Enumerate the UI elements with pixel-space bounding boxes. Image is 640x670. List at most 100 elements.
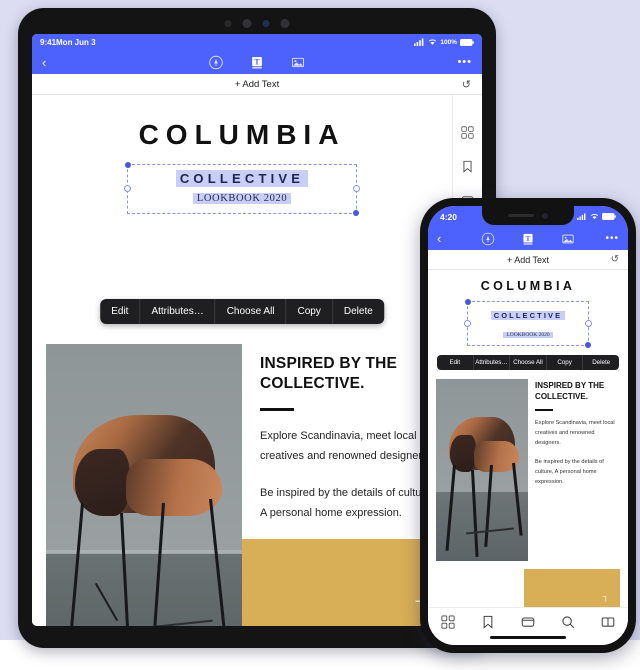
pen-tool-icon[interactable] <box>481 232 495 246</box>
phone-tool-group: T <box>481 232 575 246</box>
context-menu-item-choose-all[interactable]: Choose All <box>216 299 287 324</box>
window-icon[interactable] <box>521 615 535 629</box>
tablet-screen: 9:41Mon Jun 3 100% ‹ T ••• + Add Text ↺ … <box>32 34 482 626</box>
front-camera-icon <box>242 19 252 28</box>
context-menu-item-attributes[interactable]: Attributes… <box>474 355 511 370</box>
document-subtitle-2: LOOKBOOK 2020 <box>503 332 553 338</box>
document-photo-column <box>32 330 242 626</box>
bookmark-icon[interactable] <box>461 160 474 173</box>
context-menu-item-attributes[interactable]: Attributes… <box>140 299 216 324</box>
svg-text:T: T <box>526 233 531 242</box>
context-menu-item-copy[interactable]: Copy <box>287 299 333 324</box>
selection-handle-top-left[interactable] <box>465 299 471 305</box>
phone-screen: 4:20 ‹ T ••• + Add Text ↺ COLUMBIA COLLE… <box>428 206 628 645</box>
svg-text:T: T <box>254 57 260 66</box>
chair-leg-3 <box>484 464 493 547</box>
tablet-clock: 9:41 <box>40 37 57 47</box>
selection-handle-bottom-right[interactable] <box>585 342 591 348</box>
phone-toolbar: ‹ T ••• <box>428 227 628 250</box>
document-paragraph-2: Be inspired by the details of culture, A… <box>260 486 435 519</box>
context-menu-item-copy[interactable]: Copy <box>547 355 584 370</box>
context-menu-item-delete[interactable]: Delete <box>333 299 384 324</box>
document-paragraph-1: Explore Scandinavia, meet local creative… <box>535 419 615 447</box>
document-brand-title: COLUMBIA <box>480 279 576 293</box>
document-text-column: INSPIRED BY THE COLLECTIVE. Explore Scan… <box>535 379 620 561</box>
chair-glyph-icon: ┐ <box>602 591 609 601</box>
selection-handle-top-left[interactable] <box>125 162 131 168</box>
wifi-icon <box>590 213 599 220</box>
document-heading: INSPIRED BY THE COLLECTIVE. <box>535 381 605 401</box>
chair-leg-1 <box>445 464 456 550</box>
phone-status-right <box>577 213 616 220</box>
context-menu-item-delete[interactable]: Delete <box>583 355 619 370</box>
undo-icon[interactable]: ↺ <box>462 78 471 91</box>
document-brand-title: COLUMBIA <box>138 119 346 150</box>
tablet-status-bar: 9:41Mon Jun 3 100% <box>32 34 482 50</box>
selection-handle-middle-left[interactable] <box>464 319 471 327</box>
selected-subtitle-2-row: LOOKBOOK 2020 <box>142 188 342 206</box>
text-tool-icon[interactable]: T <box>250 55 265 70</box>
undo-icon[interactable]: ↺ <box>611 254 619 265</box>
selection-handle-middle-right[interactable] <box>585 319 592 327</box>
image-tool-icon[interactable] <box>561 232 575 246</box>
chair-armrest <box>75 448 131 517</box>
lens-icon <box>262 20 270 27</box>
phone-add-text-bar: + Add Text ↺ <box>428 250 628 270</box>
tablet-date: Mon Jun 3 <box>56 37 96 47</box>
sensor-2-icon <box>280 19 290 28</box>
phone-notch <box>482 206 574 225</box>
document-paragraph-2: Be inspired by the details of culture, A… <box>535 458 604 486</box>
add-text-button[interactable]: + Add Text <box>507 255 549 265</box>
image-tool-icon[interactable] <box>291 55 306 70</box>
context-menu[interactable]: Edit Attributes… Choose All Copy Delete <box>437 355 619 370</box>
home-indicator[interactable] <box>490 635 566 639</box>
document-subtitle-1: COLLECTIVE <box>490 311 566 320</box>
document-paragraph-1: Explore Scandinavia, meet local creative… <box>260 429 431 463</box>
document-lower-section: INSPIRED BY THE COLLECTIVE. Explore Scan… <box>32 330 452 626</box>
context-menu-item-edit[interactable]: Edit <box>100 299 141 324</box>
tablet-document-page[interactable]: COLUMBIA COLLECTIVE LOOKBOOK 2020 Edit A… <box>32 95 452 626</box>
grid-icon[interactable] <box>441 615 455 629</box>
chair-leg-2 <box>470 469 479 558</box>
text-tool-icon[interactable]: T <box>521 232 535 246</box>
search-icon[interactable] <box>561 615 575 629</box>
text-selection-box[interactable]: COLLECTIVE LOOKBOOK 2020 <box>464 299 592 348</box>
front-camera-icon <box>542 212 548 219</box>
earpiece-speaker-icon <box>508 214 534 217</box>
tablet-tool-group: T <box>209 55 306 70</box>
chair-photo <box>46 344 242 626</box>
phone-device: 4:20 ‹ T ••• + Add Text ↺ COLUMBIA COLLE… <box>420 198 636 653</box>
text-selection-box[interactable]: COLLECTIVE LOOKBOOK 2020 <box>124 162 360 216</box>
chair-seat <box>126 458 223 517</box>
context-menu-item-choose-all[interactable]: Choose All <box>510 355 547 370</box>
phone-canvas[interactable]: COLUMBIA COLLECTIVE LOOKBOOK 2020 Edit A… <box>428 270 628 645</box>
selection-handle-middle-left[interactable] <box>124 185 131 192</box>
tablet-status-right: 100% <box>414 38 474 46</box>
bookmark-icon[interactable] <box>481 615 495 629</box>
chair-photo <box>436 379 529 561</box>
phone-more-button[interactable]: ••• <box>605 234 619 244</box>
document-subtitle-1: COLLECTIVE <box>175 170 309 187</box>
tablet-more-button[interactable]: ••• <box>457 57 472 68</box>
context-menu[interactable]: Edit Attributes… Choose All Copy Delete <box>100 299 384 324</box>
sensor-icon <box>224 20 232 27</box>
wifi-icon <box>429 39 437 45</box>
back-button[interactable]: ‹ <box>42 56 46 69</box>
selection-handle-middle-right[interactable] <box>353 185 360 192</box>
context-menu-item-edit[interactable]: Edit <box>437 355 474 370</box>
battery-icon <box>460 38 474 46</box>
document-lower-section: INSPIRED BY THE COLLECTIVE. Explore Scan… <box>428 379 628 561</box>
screenshot-stage: 9:41Mon Jun 3 100% ‹ T ••• + Add Text ↺ … <box>0 0 640 670</box>
book-icon[interactable] <box>601 615 615 629</box>
grid-icon[interactable] <box>461 126 474 139</box>
phone-bottom-nav <box>428 607 628 645</box>
selection-handle-bottom-right[interactable] <box>353 210 359 216</box>
tablet-canvas: COLUMBIA COLLECTIVE LOOKBOOK 2020 Edit A… <box>32 95 482 626</box>
pen-tool-icon[interactable] <box>209 55 224 70</box>
add-text-button[interactable]: + Add Text <box>235 79 279 90</box>
tablet-camera-array <box>224 19 290 28</box>
selected-subtitle-1-row: COLLECTIVE <box>142 170 342 188</box>
back-button[interactable]: ‹ <box>437 232 441 245</box>
cellular-signal-icon <box>577 213 586 220</box>
heading-rule <box>260 407 294 411</box>
